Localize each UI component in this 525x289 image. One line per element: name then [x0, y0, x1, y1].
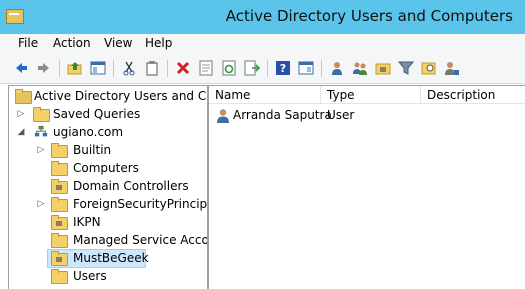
user-icon — [216, 108, 230, 124]
tree-item-saved-queries[interactable]: ▷ Saved Queries — [9, 106, 205, 123]
expand-icon[interactable]: ▷ — [37, 146, 45, 155]
tree-item-label: ForeignSecurityPrincipals — [73, 197, 208, 211]
details-pane[interactable]: Name Type Description Arranda Saputra Us… — [208, 85, 525, 289]
new-ou-icon[interactable] — [374, 59, 392, 77]
show-tree-icon[interactable] — [89, 59, 107, 77]
tree-item-ikpn[interactable]: IKPN — [9, 214, 205, 231]
expand-icon[interactable]: ▷ — [17, 110, 25, 119]
tree-item-label: ugiano.com — [53, 125, 124, 139]
ou-icon — [51, 251, 68, 266]
svg-text:?: ? — [280, 62, 286, 75]
tree-item-label: Users — [73, 269, 107, 283]
cut-icon[interactable] — [120, 59, 138, 77]
window-title: Active Directory Users and Computers — [225, 7, 513, 25]
ad-console-icon — [15, 89, 32, 104]
export-list-icon[interactable] — [243, 59, 261, 77]
ou-icon — [51, 179, 68, 194]
tree-item-builtin[interactable]: ▷ Builtin — [9, 142, 205, 159]
menu-view[interactable]: View — [104, 36, 132, 50]
folder-icon — [51, 233, 68, 248]
tree-item-label: Builtin — [73, 143, 112, 157]
tree-item-managed-service-accounts[interactable]: Managed Service Accour — [9, 232, 208, 249]
refresh-icon[interactable] — [220, 59, 238, 77]
toolbar-separator — [59, 60, 60, 77]
delete-icon[interactable] — [174, 59, 192, 77]
ou-icon — [51, 215, 68, 230]
column-header-description[interactable]: Description — [421, 86, 525, 104]
row-name: Arranda Saputra — [233, 108, 332, 122]
tree-item-label: MustBeGeek — [73, 251, 149, 265]
list-row[interactable]: Arranda Saputra User — [209, 107, 525, 125]
toolbar-separator — [321, 60, 322, 77]
domain-icon — [33, 125, 49, 139]
title-bar: Active Directory Users and Computers — [0, 0, 525, 34]
column-header-name[interactable]: Name — [209, 86, 321, 104]
new-user-icon[interactable] — [328, 59, 346, 77]
tree-item-users[interactable]: Users — [9, 268, 205, 285]
window: Active Directory Users and Computers Fil… — [0, 0, 525, 289]
forward-icon[interactable] — [35, 59, 53, 77]
properties-icon[interactable] — [197, 59, 215, 77]
tree-item-label: Computers — [73, 161, 139, 175]
tree-item-label: Saved Queries — [53, 107, 141, 121]
expand-icon[interactable]: ▷ — [37, 200, 45, 209]
collapse-icon[interactable]: ◢ — [17, 128, 25, 137]
tree-pane[interactable]: Active Directory Users and Com ▷ Saved Q… — [8, 85, 208, 289]
up-folder-icon[interactable] — [66, 59, 84, 77]
toolbar: ? — [0, 54, 525, 84]
tree-item-label: IKPN — [73, 215, 101, 229]
folder-icon — [51, 161, 68, 176]
toolbar-separator — [267, 60, 268, 77]
help-icon[interactable]: ? — [274, 59, 292, 77]
copy-icon[interactable] — [143, 59, 161, 77]
tree-item-domain-controllers[interactable]: Domain Controllers — [9, 178, 205, 195]
folder-icon — [51, 143, 68, 158]
column-header-type[interactable]: Type — [321, 86, 421, 104]
tree-item-label: Managed Service Accour — [73, 233, 208, 247]
console-icon[interactable] — [297, 59, 315, 77]
tree-item-foreign-security-principals[interactable]: ▷ ForeignSecurityPrincipals — [9, 196, 208, 213]
menu-help[interactable]: Help — [145, 36, 172, 50]
tree-root-label: Active Directory Users and Com — [34, 89, 208, 103]
folder-icon — [51, 197, 68, 212]
tree-item-mustbegeek[interactable]: MustBeGeek — [47, 249, 149, 268]
folder-icon — [51, 269, 68, 284]
toolbar-separator — [113, 60, 114, 77]
tree-item-label: Domain Controllers — [73, 179, 189, 193]
tree-root[interactable]: Active Directory Users and Com — [9, 88, 208, 105]
menu-action[interactable]: Action — [53, 36, 91, 50]
new-group-icon[interactable] — [351, 59, 369, 77]
menu-bar: File Action View Help — [0, 34, 525, 54]
tree-item-computers[interactable]: Computers — [9, 160, 205, 177]
row-type: User — [327, 108, 355, 122]
menu-file[interactable]: File — [18, 36, 38, 50]
filter-icon[interactable] — [397, 59, 415, 77]
folder-icon — [33, 107, 50, 122]
delegate-icon[interactable] — [443, 59, 461, 77]
toolbar-separator — [167, 60, 168, 77]
back-icon[interactable] — [12, 59, 30, 77]
app-icon — [6, 9, 24, 24]
find-icon[interactable] — [420, 59, 438, 77]
tree-item-domain[interactable]: ◢ ugiano.com — [9, 124, 205, 141]
